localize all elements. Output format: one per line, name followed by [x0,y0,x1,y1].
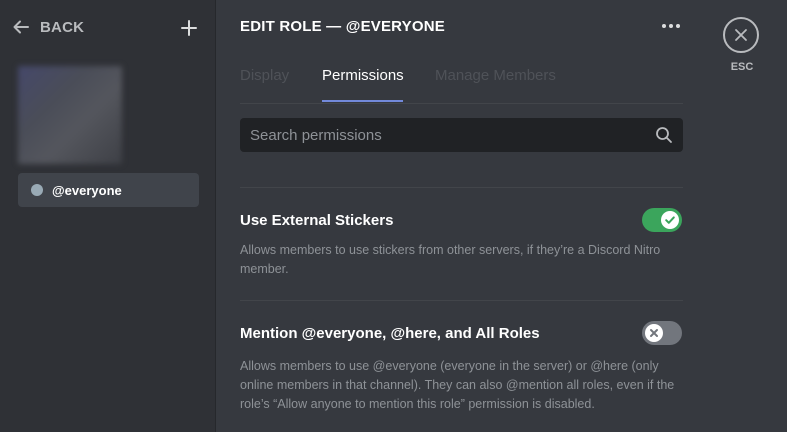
tab-bar: Display Permissions Manage Members [240,58,683,104]
search-bar [240,118,683,152]
search-icon[interactable] [655,126,673,144]
role-item-everyone[interactable]: @everyone [18,173,199,207]
back-label: BACK [40,18,85,36]
close-icon [735,29,747,41]
arrow-left-icon [13,20,29,34]
more-dot [669,24,673,28]
sidebar: BACK @everyone [0,0,216,432]
tab-manage-members[interactable]: Manage Members [435,67,556,84]
esc-circle[interactable] [723,17,759,53]
add-role-button[interactable] [179,18,199,38]
blurred-content [18,66,122,164]
toggle-knob [645,324,663,342]
close-icon [650,329,658,337]
more-options-button[interactable] [659,16,683,36]
permission-title: Mention @everyone, @here, and All Roles [240,325,540,342]
active-tab-indicator [322,100,403,102]
role-label: @everyone [52,182,122,198]
search-input[interactable] [240,118,650,152]
divider [240,300,683,301]
more-dot [676,24,680,28]
use-external-stickers-toggle[interactable] [642,208,682,232]
check-icon [665,216,675,224]
more-options-icon [662,24,666,28]
permission-description: Allows members to use stickers from othe… [240,243,661,276]
divider [240,187,683,188]
esc-label: ESC [730,61,754,73]
plus-icon [181,20,197,36]
back-button[interactable]: BACK [12,18,84,36]
tab-display[interactable]: Display [240,67,289,84]
permission-title: Use External Stickers [240,212,394,229]
main-panel: EDIT ROLE — @EVERYONE Display Permission… [217,0,707,432]
toggle-knob [661,211,679,229]
role-color-dot [31,184,43,196]
tab-permissions[interactable]: Permissions [322,67,404,84]
permission-description: Allows members to use @everyone (everyon… [240,359,675,411]
page-title: EDIT ROLE — @EVERYONE [240,18,445,35]
esc-button[interactable]: ESC [723,17,761,77]
mention-everyone-toggle[interactable] [642,321,682,345]
